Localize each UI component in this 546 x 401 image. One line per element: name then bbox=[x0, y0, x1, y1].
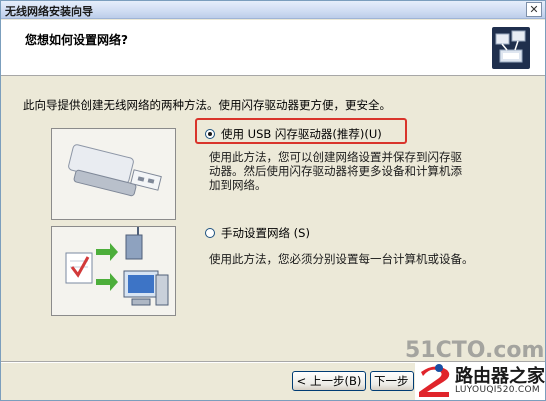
usb-flash-drive-option[interactable]: 使用 USB 闪存驱动器(推荐)(U) bbox=[205, 126, 382, 142]
radio-usb[interactable] bbox=[205, 128, 215, 139]
watermark-url: LUYOUQI520.COM bbox=[455, 385, 540, 395]
router-home-logo-icon bbox=[419, 364, 450, 397]
usb-desc-line: 加到网络。 bbox=[209, 178, 267, 192]
close-button[interactable]: ✕ bbox=[526, 2, 542, 17]
window-title: 无线网络安装向导 bbox=[5, 5, 93, 18]
manual-option-description: 使用此方法，您必须分别设置每一台计算机或设备。 bbox=[209, 252, 474, 266]
usb-flash-drive-icon bbox=[68, 144, 162, 197]
back-button[interactable]: < 上一步(B) bbox=[292, 371, 366, 391]
usb-option-description: 使用此方法，您可以创建网络设置并保存到闪存驱 动器。然后使用闪存驱动器将更多设备… bbox=[209, 150, 462, 192]
watermark-51cto: 51CTO.com bbox=[405, 338, 545, 363]
usb-desc-line: 动器。然后使用闪存驱动器将更多设备和计算机添 bbox=[209, 164, 462, 178]
radio-manual[interactable] bbox=[205, 227, 215, 238]
network-devices-icon bbox=[65, 227, 169, 306]
intro-text: 此向导提供创建无线网络的两种方法。使用闪存驱动器更方便，更安全。 bbox=[23, 98, 391, 112]
usb-desc-line: 使用此方法，您可以创建网络设置并保存到闪存驱 bbox=[209, 150, 462, 164]
manual-setup-option[interactable]: 手动设置网络 (S) bbox=[205, 225, 310, 241]
usb-option-label: 使用 USB 闪存驱动器(推荐)(U) bbox=[221, 127, 382, 141]
title-bar[interactable]: 无线网络安装向导 ✕ bbox=[1, 1, 545, 19]
network-illustration bbox=[51, 226, 176, 316]
usb-illustration bbox=[51, 128, 176, 220]
manual-option-label: 手动设置网络 (S) bbox=[221, 226, 310, 240]
page-heading: 您想如何设置网络? bbox=[25, 33, 128, 47]
next-button[interactable]: 下一步 bbox=[370, 371, 414, 391]
wireless-setup-wizard-dialog: 无线网络安装向导 ✕ 您想如何设置网络? 此向导提供创建无线网络的两种方法。使用… bbox=[0, 0, 546, 401]
network-wizard-icon bbox=[492, 27, 530, 69]
manual-desc-line: 使用此方法，您必须分别设置每一台计算机或设备。 bbox=[209, 252, 474, 266]
wizard-header: 您想如何设置网络? bbox=[1, 20, 545, 76]
